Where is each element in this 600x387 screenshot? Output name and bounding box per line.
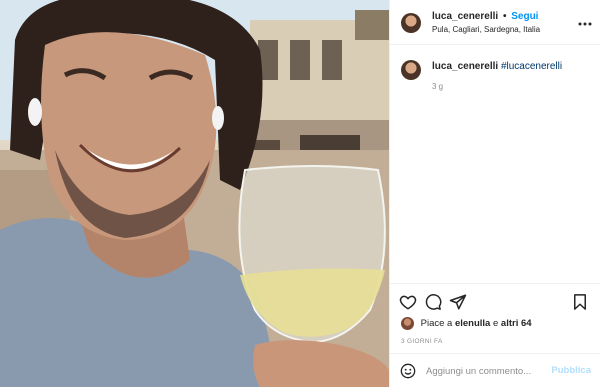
likes-and: e [492, 318, 499, 330]
caption-line: luca_cenerelli #lucacenerelli [432, 61, 562, 72]
heart-icon[interactable] [399, 293, 419, 313]
actions-section: Piace a elenulla e altri 64 3 GIORNI FA … [390, 283, 600, 387]
comment-bar: Pubblica [390, 353, 600, 387]
follow-button[interactable]: Segui [511, 11, 538, 22]
caption-hashtag[interactable]: #lucacenerelli [501, 61, 562, 72]
more-options-icon[interactable] [578, 13, 592, 29]
selfie-illustration [0, 0, 389, 387]
caption-username[interactable]: luca_cenerelli [432, 61, 498, 72]
liker-avatar[interactable] [401, 317, 414, 330]
caption-time: 3 g [432, 82, 444, 91]
publish-button[interactable]: Pubblica [551, 365, 591, 376]
post-photo[interactable] [0, 0, 389, 387]
action-icons-row [399, 293, 599, 315]
likes-line: Piace a elenulla e altri 64 [401, 317, 532, 330]
likes-prefix: Piace a [420, 318, 453, 330]
likes-others-link[interactable]: altri 64 [501, 318, 532, 329]
post-date[interactable]: 3 GIORNI FA [401, 338, 443, 345]
author-avatar[interactable] [401, 13, 421, 33]
bookmark-icon[interactable] [571, 293, 591, 313]
ellipsis-icon [578, 22, 592, 26]
instagram-post: luca_cenerelli • Segui Pula, Cagliari, S… [0, 0, 600, 387]
author-username[interactable]: luca_cenerelli [432, 11, 498, 22]
liker-username[interactable]: elenulla [455, 318, 490, 329]
location-link[interactable]: Pula, Cagliari, Sardegna, Italia [432, 25, 540, 34]
post-sidebar: luca_cenerelli • Segui Pula, Cagliari, S… [389, 0, 600, 387]
caption-avatar[interactable] [401, 60, 421, 80]
emoji-icon[interactable] [400, 363, 416, 379]
post-header: luca_cenerelli • Segui Pula, Cagliari, S… [390, 0, 600, 45]
share-icon[interactable] [449, 293, 469, 313]
comment-input[interactable] [426, 363, 546, 379]
separator-dot: • [502, 11, 507, 22]
author-line: luca_cenerelli • Segui [432, 11, 538, 22]
comment-icon[interactable] [424, 293, 444, 313]
